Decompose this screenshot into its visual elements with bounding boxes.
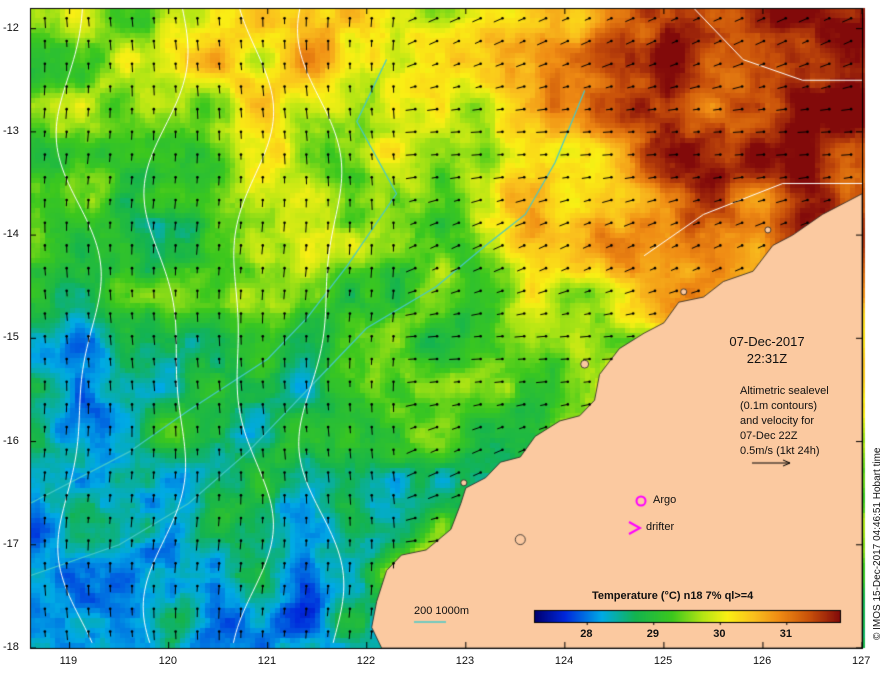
colorbar-tick-label: 31 bbox=[779, 628, 793, 640]
y-tick-label: -14 bbox=[3, 228, 19, 241]
x-tick-label: 127 bbox=[852, 655, 871, 667]
x-tick-label: 121 bbox=[257, 655, 277, 667]
date-label: 07-Dec-2017 bbox=[729, 334, 805, 349]
y-tick-label: -13 bbox=[3, 124, 19, 137]
x-tick-label: 119 bbox=[59, 655, 78, 667]
alt-line: 0.5m/s (1kt 24h) bbox=[740, 445, 820, 457]
y-tick-label: -15 bbox=[3, 331, 19, 344]
colorbar-title: Temperature (°C) n18 7% ql>=4 bbox=[592, 590, 754, 602]
x-tick-label: 126 bbox=[752, 655, 772, 667]
credit-text: © IMOS 15-Dec-2017 04:46:51 Hobart time bbox=[872, 447, 880, 640]
y-tick-label: -17 bbox=[3, 537, 19, 550]
y-tick-label: -12 bbox=[3, 21, 19, 34]
time-label: 22:31Z bbox=[746, 351, 788, 366]
date-annotation: 07-Dec-2017 22:31Z bbox=[712, 333, 822, 367]
x-tick-label: 125 bbox=[653, 655, 673, 667]
alt-line: (0.1m contours) bbox=[740, 400, 818, 412]
drifter-label: drifter bbox=[646, 521, 675, 533]
alt-line: and velocity for bbox=[740, 415, 814, 427]
isobath-label: 200 1000m bbox=[414, 605, 470, 617]
x-tick-label: 124 bbox=[554, 655, 574, 667]
colorbar-tick-label: 28 bbox=[580, 628, 593, 640]
colorbar-tick-label: 30 bbox=[713, 628, 726, 640]
x-tick-label: 122 bbox=[356, 655, 376, 667]
x-tick-label: 123 bbox=[455, 655, 475, 667]
altimetry-annotation: Altimetric sealevel (0.1m contours) and … bbox=[740, 384, 829, 459]
argo-label: Argo bbox=[653, 494, 677, 506]
colorbar-tick-label: 29 bbox=[646, 628, 659, 640]
y-tick-label: -16 bbox=[3, 434, 19, 447]
alt-line: 07-Dec 22Z bbox=[740, 430, 798, 442]
alt-line: Altimetric sealevel bbox=[740, 385, 829, 397]
y-tick-label: -18 bbox=[3, 641, 19, 653]
x-tick-label: 120 bbox=[158, 655, 178, 667]
